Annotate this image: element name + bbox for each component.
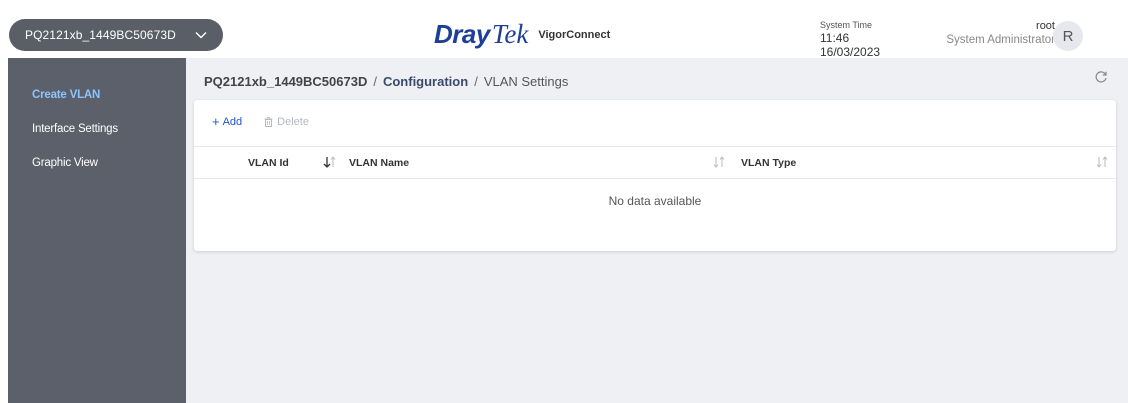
logo-brand-tek: Tek bbox=[491, 18, 529, 49]
table-toolbar: + Add Delete bbox=[212, 114, 309, 129]
plus-icon: + bbox=[212, 114, 220, 129]
table-header: VLAN Id VLAN Name VLAN Type bbox=[194, 146, 1116, 179]
column-vlan-name[interactable]: VLAN Name bbox=[349, 147, 409, 178]
draytek-logo: Dray Tek VigorConnect bbox=[434, 19, 610, 49]
breadcrumb-device[interactable]: PQ2121xb_1449BC50673D bbox=[204, 74, 367, 89]
vlan-table-card: + Add Delete VLAN Id VLAN Name VLAN Type… bbox=[194, 100, 1116, 251]
user-name: root bbox=[1036, 20, 1055, 32]
add-button-label: Add bbox=[222, 115, 243, 128]
logo-product-name: VigorConnect bbox=[538, 29, 611, 41]
user-role: System Administrator bbox=[946, 34, 1055, 46]
breadcrumb-separator: / bbox=[474, 74, 478, 89]
system-time: System Time 11:46 16/03/2023 bbox=[820, 20, 910, 59]
logo-brand-dray: Dray bbox=[434, 18, 490, 49]
column-vlan-id[interactable]: VLAN Id bbox=[248, 147, 289, 178]
delete-button-label: Delete bbox=[277, 115, 309, 128]
chevron-down-icon bbox=[193, 27, 209, 43]
empty-table-message: No data available bbox=[608, 194, 702, 208]
add-button[interactable]: + Add bbox=[212, 114, 242, 129]
top-header: PQ2121xb_1449BC50673D Dray Tek VigorConn… bbox=[0, 0, 1128, 59]
breadcrumb: PQ2121xb_1449BC50673D / Configuration / … bbox=[204, 74, 568, 89]
refresh-icon[interactable] bbox=[1094, 70, 1110, 86]
system-time-value: 11:46 16/03/2023 bbox=[820, 31, 881, 59]
main-content: PQ2121xb_1449BC50673D / Configuration / … bbox=[186, 58, 1128, 403]
sidebar-item-interface-settings[interactable]: Interface Settings bbox=[8, 112, 186, 146]
system-time-label: System Time bbox=[820, 20, 873, 30]
breadcrumb-configuration[interactable]: Configuration bbox=[383, 74, 468, 89]
trash-icon bbox=[264, 116, 273, 127]
column-vlan-type[interactable]: VLAN Type bbox=[741, 147, 796, 178]
user-info: root System Administrator bbox=[946, 20, 1055, 46]
sidebar-item-graphic-view[interactable]: Graphic View bbox=[8, 146, 186, 180]
sort-icon[interactable] bbox=[711, 155, 727, 169]
sidebar: Create VLAN Interface Settings Graphic V… bbox=[8, 58, 186, 403]
delete-button[interactable]: Delete bbox=[264, 116, 309, 128]
breadcrumb-separator: / bbox=[373, 74, 377, 89]
avatar[interactable]: R bbox=[1053, 21, 1083, 51]
breadcrumb-page: VLAN Settings bbox=[483, 74, 569, 89]
device-selector[interactable]: PQ2121xb_1449BC50673D bbox=[9, 19, 223, 51]
sort-icon[interactable] bbox=[1094, 155, 1110, 169]
device-selector-label: PQ2121xb_1449BC50673D bbox=[25, 28, 176, 42]
sidebar-item-create-vlan[interactable]: Create VLAN bbox=[8, 78, 186, 112]
sort-desc-icon[interactable] bbox=[322, 155, 338, 169]
